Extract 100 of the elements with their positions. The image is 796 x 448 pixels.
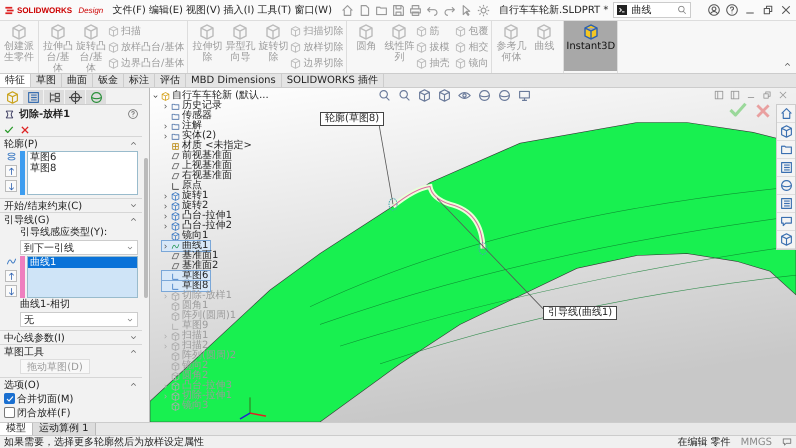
tree-item[interactable]: 原点 [162, 181, 204, 191]
cube-icon [171, 222, 180, 230]
task-pane-button[interactable] [777, 231, 795, 249]
menu-item[interactable]: 编辑(E) [148, 3, 183, 17]
bottom-tab[interactable]: 模型 [0, 423, 33, 435]
tree-item[interactable]: 传感器 [162, 111, 214, 121]
command-tab[interactable]: SOLIDWORKS 插件 [282, 74, 384, 87]
checkbox[interactable] [4, 393, 15, 404]
eye-icon[interactable] [458, 89, 471, 102]
section-header[interactable]: 中心线参数(I) [0, 330, 142, 344]
command-tab[interactable]: 钣金 [93, 74, 124, 87]
tree-item[interactable]: 自行车车轮新 (默认... [152, 91, 271, 101]
tree-item[interactable]: 基准面1 [162, 251, 220, 261]
section-header[interactable]: 草图工具 [0, 344, 142, 358]
task-pane-button[interactable] [777, 177, 795, 195]
panel-tab[interactable] [23, 90, 43, 104]
restore-icon[interactable] [762, 4, 774, 16]
tree-item[interactable]: 凸台-拉伸1 [162, 211, 234, 221]
tree-item[interactable]: 旋转1 [162, 191, 210, 201]
command-tab[interactable]: 标注 [124, 74, 155, 87]
section-header[interactable]: 轮廓(P) [0, 136, 142, 150]
list-item[interactable]: 草图8 [28, 163, 137, 174]
ok-button[interactable] [4, 124, 14, 135]
tree-item[interactable]: 基准面2 [162, 261, 220, 271]
tree-item[interactable]: 材质 <未指定> [162, 141, 254, 151]
move-down-button[interactable] [5, 180, 17, 192]
cube-icon [503, 24, 520, 40]
help-icon[interactable] [128, 109, 138, 120]
tree-item[interactable]: 前视基准面 [162, 151, 234, 161]
section-header[interactable]: 引导线(G) [0, 212, 142, 226]
move-up-button[interactable] [5, 270, 17, 282]
scrollbar[interactable] [144, 158, 148, 298]
tree-item[interactable]: 实体(2) [162, 131, 218, 141]
cube-icon [171, 312, 180, 320]
task-pane-button[interactable] [777, 105, 795, 123]
task-pane-button[interactable] [777, 159, 795, 177]
section-header[interactable]: 选项(O) [0, 377, 142, 391]
cube-icon[interactable] [418, 89, 431, 102]
section-header[interactable]: 开始/结束约束(C) [0, 198, 142, 212]
command-tab[interactable]: 曲面 [62, 74, 93, 87]
search-icon[interactable] [378, 89, 391, 102]
menu-item[interactable]: 插入(I) [224, 3, 254, 17]
selection-list[interactable]: 曲线1 [27, 256, 138, 298]
window-icon[interactable] [730, 90, 740, 100]
panel-tab[interactable] [86, 90, 106, 104]
command-tab[interactable]: 草图 [31, 74, 62, 87]
window-icon[interactable] [714, 90, 724, 100]
tree-item[interactable]: 旋转2 [162, 201, 210, 211]
cube-icon [416, 42, 428, 52]
help-icon[interactable] [726, 4, 738, 16]
monitor-icon[interactable] [518, 89, 531, 102]
tree-item[interactable]: 注解 [162, 121, 204, 131]
task-pane-button[interactable] [777, 195, 795, 213]
sketch-icon [171, 322, 180, 330]
cube-icon [171, 352, 180, 360]
search-field[interactable]: 曲线 [613, 2, 692, 18]
caret-right-icon [162, 292, 169, 300]
tree-item[interactable]: 凸台-拉伸2 [162, 221, 234, 231]
status-message: 如果需要，选择更多轮廓然后为放样设定属性 [4, 436, 204, 448]
document-icon[interactable] [358, 4, 371, 16]
chat-icon[interactable] [782, 437, 792, 447]
search-icon[interactable] [398, 89, 411, 102]
arrow-up-icon [6, 272, 16, 280]
list-icon [780, 161, 792, 174]
menu-item[interactable]: 视图(V) [186, 3, 221, 17]
cursor-icon[interactable] [460, 4, 473, 16]
cancel-button[interactable] [20, 124, 30, 135]
task-pane-button[interactable] [777, 123, 795, 141]
move-down-button[interactable] [5, 285, 17, 297]
list-item[interactable]: 草图6 [28, 152, 137, 163]
list-item[interactable]: 曲线1 [28, 257, 137, 268]
tree-item[interactable]: 上视基准面 [162, 161, 234, 171]
save-icon[interactable] [392, 4, 405, 16]
folder-icon [780, 143, 792, 156]
printer-icon[interactable] [408, 4, 422, 16]
checkbox[interactable] [4, 407, 15, 418]
edit-mode-status: 在编辑 零件 [677, 436, 731, 448]
command-tab[interactable]: MBD Dimensions [186, 74, 282, 87]
menu-item[interactable]: 窗口(W) [294, 3, 332, 17]
dropdown[interactable]: 无 [20, 312, 138, 327]
tree-item[interactable]: 右视基准面 [162, 171, 234, 181]
dropdown[interactable]: 到下一引线 [20, 240, 138, 255]
command-tab[interactable]: 评估 [155, 74, 186, 87]
close-icon[interactable] [780, 4, 792, 16]
cube-icon[interactable] [438, 89, 451, 102]
menu-item[interactable]: 工具(T) [257, 3, 292, 17]
ribbon-button[interactable]: Instant3D [564, 21, 618, 71]
menu-item[interactable]: 文件(F) [112, 3, 146, 17]
move-up-button[interactable] [5, 165, 17, 177]
panel-tab[interactable] [65, 90, 85, 104]
command-tab[interactable]: 特征 [0, 74, 31, 87]
panel-tab[interactable] [44, 90, 64, 104]
folder-icon[interactable] [374, 4, 388, 16]
tree-item[interactable]: 镜向1 [162, 231, 210, 241]
cube-icon [11, 24, 27, 40]
tree-item[interactable]: 历史记录 [162, 101, 224, 111]
bottom-tab[interactable]: 运动算例 1 [33, 423, 96, 435]
home-icon[interactable] [340, 4, 354, 16]
selection-list[interactable]: 草图6 草图8 [27, 151, 138, 195]
user-icon[interactable] [708, 4, 720, 16]
